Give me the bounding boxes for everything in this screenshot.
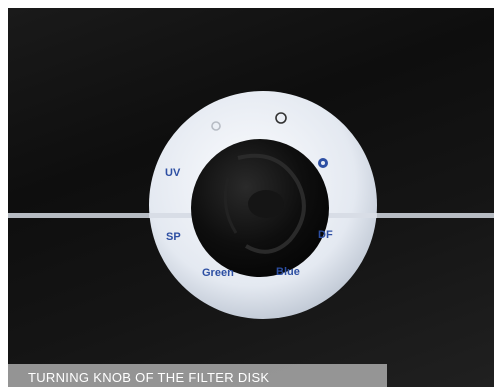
caption-text: TURNING KNOB OF THE FILTER DISK	[28, 370, 270, 385]
position-marker-active-center	[321, 161, 325, 165]
label-sp: SP	[166, 231, 181, 243]
knob-center	[248, 190, 284, 218]
label-df: DF	[318, 229, 333, 241]
label-blue: Blue	[276, 266, 300, 278]
filter-disk-illustration: UV SP DF Green Blue	[8, 91, 494, 319]
label-green: Green	[202, 267, 234, 279]
label-uv: UV	[165, 167, 181, 179]
